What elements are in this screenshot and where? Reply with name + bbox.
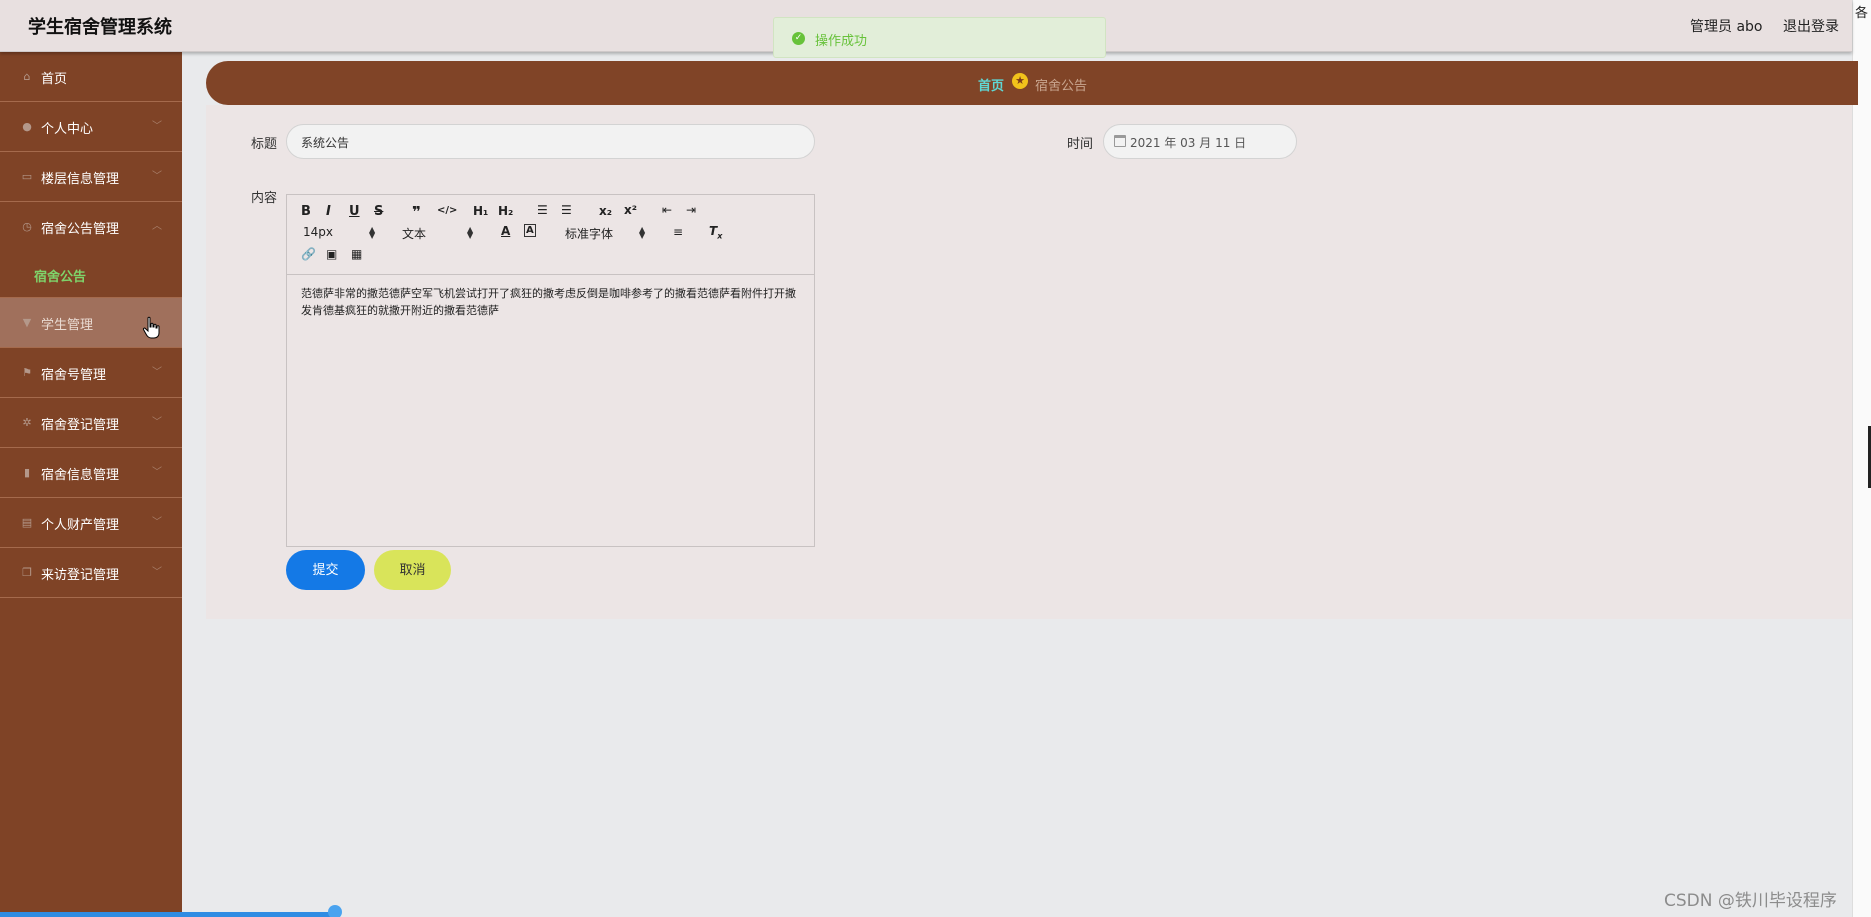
bullet-list-icon[interactable]: ☰: [561, 203, 572, 217]
chevron-down-icon: ﹀: [152, 567, 162, 578]
sidebar-item-notice-management[interactable]: ◷ 宿舍公告管理 ︿: [0, 202, 182, 252]
superscript-icon[interactable]: x²: [624, 203, 637, 217]
title-input-value: 系统公告: [301, 136, 350, 150]
sidebar-item-label: 宿舍号管理: [41, 368, 107, 383]
link-icon[interactable]: 🔗: [301, 247, 316, 261]
title-input[interactable]: 系统公告: [286, 124, 815, 159]
underline-icon[interactable]: U: [349, 204, 360, 219]
sidebar-item-dorm-registration[interactable]: ✲ 宿舍登记管理 ﹀: [0, 398, 182, 448]
time-input-value: 2021 年 03 月 11 日: [1130, 136, 1247, 150]
adjacent-window-edge: 各: [1852, 0, 1871, 917]
breadcrumb-home[interactable]: 首页: [978, 75, 1004, 94]
chevron-down-icon: ﹀: [152, 517, 162, 528]
time-label: 时间: [1067, 137, 1094, 152]
chat-icon: ▭: [21, 170, 33, 183]
submit-button[interactable]: 提交: [286, 550, 365, 590]
italic-icon[interactable]: I: [326, 204, 331, 219]
heading2-icon[interactable]: H₂: [498, 204, 513, 218]
sidebar-subitem-label: 宿舍公告: [34, 270, 87, 285]
sidebar-item-property[interactable]: ▤ 个人财产管理 ﹀: [0, 498, 182, 548]
hand-cursor-icon: [142, 316, 160, 339]
calendar-icon: [1114, 135, 1126, 147]
clipboard-icon: ▤: [21, 516, 33, 529]
indent-icon[interactable]: ⇥: [686, 203, 696, 217]
image-icon[interactable]: ▣: [326, 247, 337, 261]
breadcrumb: 首页 ★ 宿舍公告: [206, 61, 1858, 105]
gear-icon: ✲: [22, 416, 32, 429]
clock-icon: ◷: [22, 220, 32, 233]
sidebar-item-label: 首页: [41, 72, 68, 87]
sidebar-item-label: 个人中心: [41, 122, 94, 137]
time-input[interactable]: 2021 年 03 月 11 日: [1103, 124, 1297, 159]
select-arrows-icon: ▲ ▼: [639, 225, 646, 240]
chevron-down-icon: ﹀: [152, 467, 162, 478]
clear-format-icon[interactable]: Tx: [709, 224, 722, 240]
sidebar-item-label: 楼层信息管理: [41, 172, 120, 187]
edge-text: 各: [1855, 6, 1869, 21]
toast-message: 操作成功: [815, 34, 868, 49]
title-label: 标题: [251, 137, 278, 152]
bold-icon[interactable]: B: [301, 204, 311, 219]
subscript-icon[interactable]: x₂: [599, 204, 612, 218]
copy-icon: ❐: [22, 566, 32, 579]
chevron-up-icon: ︿: [152, 221, 162, 232]
rich-text-editor[interactable]: B I U S ❞ </> H₁ H₂ ☰ ☰ x₂ x² ⇤ ⇥ 14px ▲…: [286, 194, 815, 547]
watermark: CSDN @铁川毕设程序: [1664, 891, 1837, 911]
background-color-icon[interactable]: A: [524, 224, 536, 237]
editor-content[interactable]: 范德萨非常的撒范德萨空军飞机尝试打开了疯狂的撒考虑反倒是咖啡参考了的撒看范德萨看…: [301, 285, 801, 319]
code-icon[interactable]: </>: [437, 205, 457, 216]
sidebar-item-personal-center[interactable]: ● 个人中心 ﹀: [0, 102, 182, 152]
select-arrows-icon: ▲ ▼: [467, 225, 474, 240]
sidebar-item-dorm-info[interactable]: ▮ 宿舍信息管理 ﹀: [0, 448, 182, 498]
sidebar-item-visitor[interactable]: ❐ 来访登记管理 ﹀: [0, 548, 182, 598]
outdent-icon[interactable]: ⇤: [662, 203, 672, 217]
flag-icon: ⚑: [22, 366, 32, 379]
font-family-select[interactable]: 标准字体: [565, 225, 613, 242]
content-label: 内容: [251, 191, 278, 206]
logout-link[interactable]: 退出登录: [1783, 16, 1839, 36]
chevron-down-icon: ﹀: [152, 417, 162, 428]
font-color-icon[interactable]: A: [501, 224, 510, 238]
current-user: 管理员 abo: [1690, 19, 1763, 35]
trophy-icon: ▼: [22, 316, 32, 329]
paragraph-select[interactable]: 文本: [402, 225, 426, 242]
ordered-list-icon[interactable]: ☰: [537, 203, 548, 217]
check-circle-icon: ✓: [792, 32, 805, 45]
user-icon: ●: [22, 120, 32, 133]
chevron-down-icon: ﹀: [152, 121, 162, 132]
app-title: 学生宿舍管理系统: [28, 17, 172, 38]
video-icon[interactable]: ▦: [351, 247, 362, 261]
select-arrows-icon: ▲ ▼: [369, 225, 376, 240]
sidebar-subitem-notice[interactable]: 宿舍公告: [0, 252, 182, 298]
breadcrumb-current: 宿舍公告: [1035, 79, 1088, 94]
sidebar-item-label: 宿舍公告管理: [41, 222, 120, 237]
chevron-down-icon: ﹀: [152, 367, 162, 378]
sidebar-item-floor-info[interactable]: ▭ 楼层信息管理 ﹀: [0, 152, 182, 202]
heading1-icon[interactable]: H₁: [473, 204, 488, 218]
cancel-button[interactable]: 取消: [374, 550, 451, 590]
quote-icon[interactable]: ❞: [412, 203, 421, 221]
progress-handle[interactable]: [328, 905, 342, 917]
chart-icon: ▮: [23, 466, 31, 479]
font-size-select[interactable]: 14px: [303, 225, 333, 239]
sidebar-item-label: 宿舍登记管理: [41, 418, 120, 433]
align-icon[interactable]: ≡: [673, 225, 683, 239]
star-icon: ★: [1012, 73, 1028, 89]
video-progress-bar[interactable]: [0, 912, 336, 917]
strike-icon[interactable]: S: [374, 204, 383, 219]
sidebar-item-label: 来访登记管理: [41, 568, 120, 583]
sidebar-item-label: 学生管理: [41, 318, 94, 333]
sidebar-item-label: 宿舍信息管理: [41, 468, 120, 483]
home-icon: ⌂: [23, 70, 31, 83]
sidebar: ⌂ 首页 ● 个人中心 ﹀ ▭ 楼层信息管理 ﹀ ◷ 宿舍公告管理 ︿ 宿舍公告…: [0, 52, 182, 917]
success-toast: ✓ 操作成功: [773, 17, 1106, 58]
sidebar-item-label: 个人财产管理: [41, 518, 120, 533]
editor-toolbar: B I U S ❞ </> H₁ H₂ ☰ ☰ x₂ x² ⇤ ⇥ 14px ▲…: [287, 195, 814, 275]
sidebar-item-home[interactable]: ⌂ 首页: [0, 52, 182, 102]
chevron-down-icon: ﹀: [152, 171, 162, 182]
sidebar-item-room-number[interactable]: ⚑ 宿舍号管理 ﹀: [0, 348, 182, 398]
